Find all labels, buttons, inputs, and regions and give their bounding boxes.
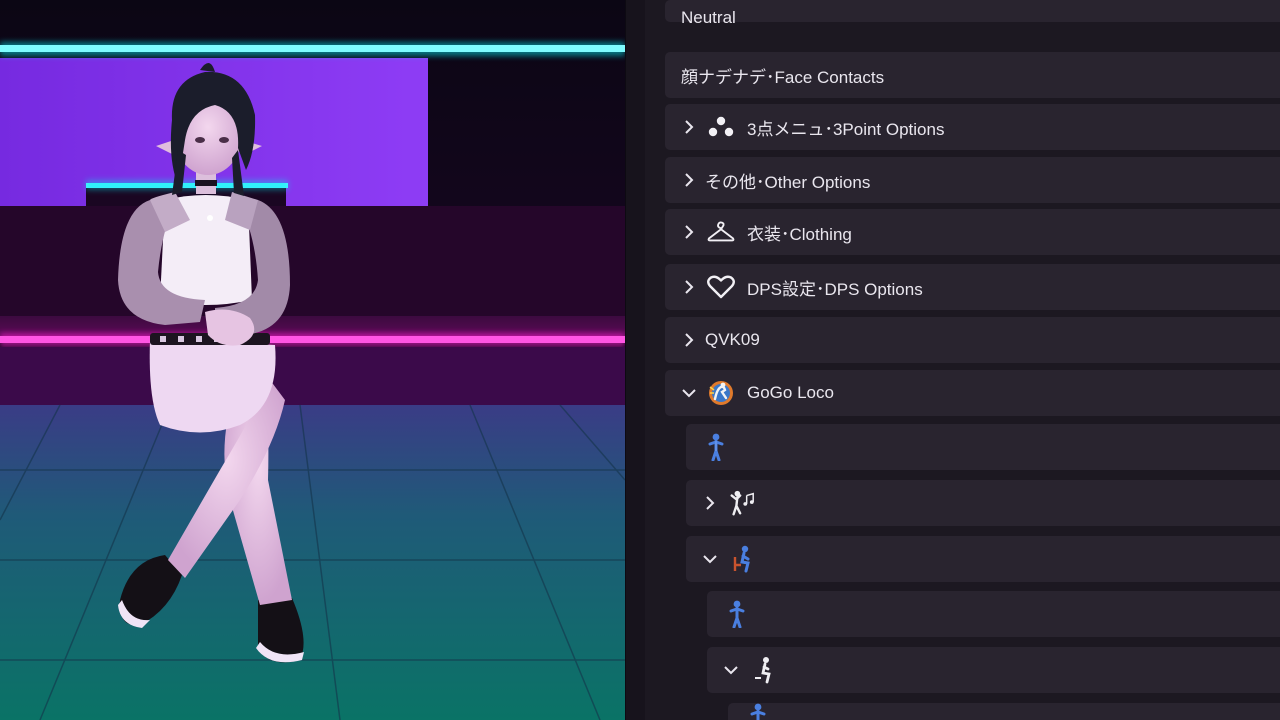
- avatar-viewport[interactable]: [0, 0, 625, 720]
- menu-item-sit-stand[interactable]: [707, 591, 1280, 637]
- menu-item-clothing[interactable]: 衣装･Clothing: [665, 209, 1280, 255]
- menu-item-sit[interactable]: [686, 536, 1280, 582]
- hanger-icon: [707, 218, 735, 246]
- menu-item-label: DPS設定･DPS Options: [747, 279, 923, 299]
- heart-icon: [707, 273, 735, 301]
- menu-item-gogo-loco[interactable]: GoGo Loco: [665, 370, 1280, 416]
- scene-render: [0, 0, 625, 720]
- sitting-figure-icon: [728, 545, 756, 573]
- menu-item-label: GoGo Loco: [747, 383, 834, 402]
- menu-item-dance[interactable]: [686, 480, 1280, 526]
- gogo-loco-icon: [707, 379, 735, 407]
- menu-item-neutral[interactable]: Neutral: [665, 0, 1280, 27]
- panel-divider: [625, 0, 646, 720]
- chevron-down-icon[interactable]: [679, 383, 699, 403]
- menu-item-seated-stand[interactable]: [728, 703, 1280, 720]
- chevron-down-icon[interactable]: [700, 549, 720, 569]
- chevron-right-icon[interactable]: [679, 117, 699, 137]
- menu-item-label: 3点メニュ･3Point Options: [747, 119, 945, 139]
- menu-item-label: 顔ナデナデ･Face Contacts: [681, 67, 885, 87]
- standing-figure-icon: [744, 703, 772, 720]
- chevron-right-icon[interactable]: [679, 330, 699, 350]
- menu-item-label: QVK09: [705, 330, 760, 349]
- seated-pose-icon: [749, 656, 777, 684]
- chevron-right-icon[interactable]: [679, 277, 699, 297]
- menu-item-stand[interactable]: [686, 424, 1280, 470]
- menu-item-label: Neutral: [681, 8, 736, 27]
- chevron-down-icon[interactable]: [721, 660, 741, 680]
- menu-item-dps-options[interactable]: DPS設定･DPS Options: [665, 264, 1280, 310]
- three-dots-icon: [707, 113, 735, 141]
- menu-item-3point-options[interactable]: 3点メニュ･3Point Options: [665, 104, 1280, 150]
- chevron-right-icon[interactable]: [679, 222, 699, 242]
- menu-item-face-contacts[interactable]: 顔ナデナデ･Face Contacts: [665, 52, 1280, 98]
- menu-item-label: 衣装･Clothing: [747, 224, 852, 244]
- menu-item-qvk09[interactable]: QVK09: [665, 317, 1280, 363]
- chevron-right-icon[interactable]: [679, 170, 699, 190]
- chevron-right-icon[interactable]: [700, 493, 720, 513]
- standing-figure-icon: [723, 600, 751, 628]
- menu-item-seated-pose[interactable]: [707, 647, 1280, 693]
- dance-music-icon: [728, 489, 756, 517]
- menu-item-other-options[interactable]: その他･Other Options: [665, 157, 1280, 203]
- standing-figure-icon: [702, 433, 730, 461]
- expressions-menu-panel: Neutral 顔ナデナデ･Face Contacts 3点メニュ･3Point…: [645, 0, 1280, 720]
- menu-item-label: その他･Other Options: [705, 172, 871, 192]
